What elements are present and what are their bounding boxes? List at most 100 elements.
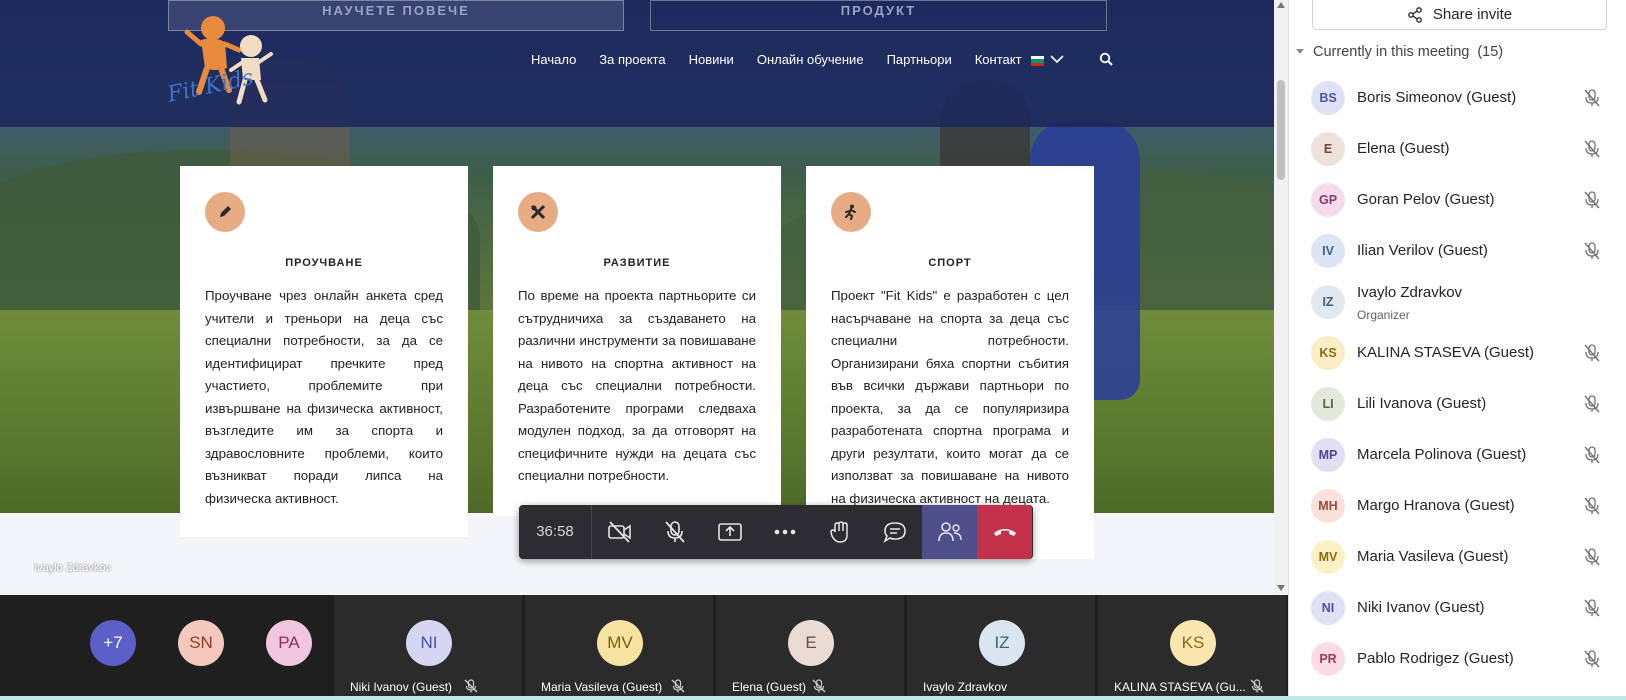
mic-off-icon <box>1582 547 1602 572</box>
participant-video-strip: +7 SN PA NI Niki Ivanov (Guest) MV Maria… <box>0 595 1288 700</box>
participant-name: Lili Ivanova (Guest) <box>1357 395 1487 412</box>
product-button[interactable]: ПРОДУКТ <box>650 0 1107 31</box>
participant-name: Maria Vasileva (Guest) <box>1357 548 1509 565</box>
participant-tile[interactable]: IZ Ivaylo Zdravkov <box>907 595 1095 700</box>
avatar: NI <box>1311 591 1345 625</box>
tile-name: Niki Ivanov (Guest) <box>350 680 453 694</box>
participant-row[interactable]: GP Goran Pelov (Guest) <box>1311 180 1611 220</box>
mic-off-icon <box>664 521 685 543</box>
avatar: E <box>1311 132 1345 166</box>
chevron-down-icon[interactable] <box>1050 52 1064 66</box>
participant-name: Ilian Verilov (Guest) <box>1357 242 1488 259</box>
card-text: Проучване чрез онлайн анкета сред учител… <box>205 288 443 506</box>
participant-row[interactable]: BS Boris Simeonov (Guest) <box>1311 78 1611 118</box>
avatar[interactable]: PA <box>266 620 312 666</box>
window-bottom-edge <box>0 696 1626 700</box>
participant-row[interactable]: IV Ilian Verilov (Guest) <box>1311 231 1611 271</box>
participant-name: Goran Pelov (Guest) <box>1357 191 1495 208</box>
card-text: По време на проекта партньорите си сътру… <box>518 288 756 483</box>
participant-row[interactable]: E Elena (Guest) <box>1311 129 1611 169</box>
card-research: ПРОУЧВАНЕ Проучване чрез онлайн анкета с… <box>180 166 468 537</box>
tile-name: Maria Vasileva (Guest) <box>541 680 663 694</box>
tile-name: Elena (Guest) <box>732 680 807 694</box>
camera-off-button[interactable] <box>592 505 647 559</box>
raise-hand-icon <box>829 521 848 543</box>
raise-hand-button[interactable] <box>812 505 867 559</box>
call-timer: 36:58 <box>519 505 592 559</box>
participant-tile[interactable]: MV Maria Vasileva (Guest) <box>525 595 713 700</box>
scroll-down-icon[interactable] <box>1277 585 1285 591</box>
chat-button[interactable] <box>867 505 922 559</box>
participant-tile[interactable]: NI Niki Ivanov (Guest) <box>334 595 522 700</box>
mic-off-icon <box>1582 445 1602 470</box>
participant-row[interactable]: NI Niki Ivanov (Guest) <box>1311 588 1611 628</box>
scroll-up-icon[interactable] <box>1277 2 1285 8</box>
participant-row[interactable]: PR Pablo Rodrigez (Guest) <box>1311 639 1611 679</box>
mic-off-icon <box>1582 496 1602 521</box>
screen-scrollbar[interactable] <box>1274 0 1288 595</box>
participant-row[interactable]: IZ Ivaylo Zdravkov Organizer <box>1311 282 1611 322</box>
participant-row[interactable]: MP Marcela Polinova (Guest) <box>1311 435 1611 475</box>
nav-item-contact[interactable]: Контакт <box>975 52 1022 67</box>
mic-off-icon <box>1582 343 1602 368</box>
avatar: MV <box>597 620 643 666</box>
nav-item-about[interactable]: За проекта <box>599 52 665 67</box>
mic-off-icon <box>1582 139 1602 164</box>
participant-name: KALINA STASEVA (Guest) <box>1357 344 1535 361</box>
more-icon <box>774 529 795 535</box>
participant-row[interactable]: MV Maria Vasileva (Guest) <box>1311 537 1611 577</box>
avatar: LI <box>1311 387 1345 421</box>
avatar: IZ <box>1311 285 1345 319</box>
share-invite-button[interactable]: Share invite <box>1312 0 1607 30</box>
participant-name: Margo Hranova (Guest) <box>1357 497 1515 514</box>
nav-item-home[interactable]: Начало <box>531 52 576 67</box>
mic-off-icon <box>1582 190 1602 215</box>
share-screen-button[interactable] <box>702 505 757 559</box>
participant-name: Ivaylo Zdravkov <box>1357 284 1463 301</box>
mic-off-icon <box>1582 241 1602 266</box>
mic-off-button[interactable] <box>647 505 702 559</box>
leave-call-button[interactable] <box>977 505 1032 559</box>
participant-tile[interactable]: KS KALINA STASEVA (Gu... <box>1098 595 1286 700</box>
participant-row[interactable]: KS KALINA STASEVA (Guest) <box>1311 333 1611 373</box>
scrollbar-thumb[interactable] <box>1277 80 1285 180</box>
card-title: РАЗВИТИЕ <box>603 257 671 269</box>
mic-off-icon <box>1582 88 1602 113</box>
mic-off-icon <box>1582 649 1602 674</box>
mic-off-icon <box>671 679 685 693</box>
participant-name: Niki Ivanov (Guest) <box>1357 599 1485 616</box>
more-participants-button[interactable]: +7 <box>90 620 136 666</box>
call-controls-toolbar: 36:58 <box>519 505 1033 559</box>
avatar[interactable]: SN <box>178 620 224 666</box>
pencil-icon <box>205 192 245 232</box>
avatar: GP <box>1311 183 1345 217</box>
card-sport: СПОРТ Проект "Fit Kids" е разработен с ц… <box>806 166 1094 559</box>
nav-item-partners[interactable]: Партньори <box>887 52 952 67</box>
participant-tile[interactable]: E Elena (Guest) <box>716 595 904 700</box>
avatar: KS <box>1311 336 1345 370</box>
mic-off-icon <box>1250 679 1264 693</box>
mic-off-icon <box>812 679 826 693</box>
nav-item-online-training[interactable]: Онлайн обучение <box>757 52 864 67</box>
participant-row[interactable]: LI Lili Ivanova (Guest) <box>1311 384 1611 424</box>
fit-kids-logo[interactable]: Fit Kids <box>165 10 285 110</box>
avatar: E <box>788 620 834 666</box>
participants-icon <box>937 522 962 542</box>
bulgarian-flag-icon[interactable] <box>1031 56 1044 66</box>
camera-off-icon <box>607 521 631 543</box>
more-actions-button[interactable] <box>757 505 812 559</box>
card-title: СПОРТ <box>928 257 972 269</box>
main-nav: Начало За проекта Новини Онлайн обучение… <box>531 52 1045 67</box>
mic-off-icon <box>1582 598 1602 623</box>
runner-icon <box>831 192 871 232</box>
nav-item-news[interactable]: Новини <box>689 52 734 67</box>
mic-off-icon <box>1582 394 1602 419</box>
show-participants-button[interactable] <box>922 505 977 559</box>
avatar: IV <box>1311 234 1345 268</box>
search-icon[interactable] <box>1099 52 1113 66</box>
participant-name: Boris Simeonov (Guest) <box>1357 89 1517 106</box>
participant-row[interactable]: MH Margo Hranova (Guest) <box>1311 486 1611 526</box>
meeting-section-header[interactable]: Currently in this meeting (15) <box>1295 44 1503 60</box>
participant-name: Pablo Rodrigez (Guest) <box>1357 650 1514 667</box>
avatar: KS <box>1170 620 1216 666</box>
